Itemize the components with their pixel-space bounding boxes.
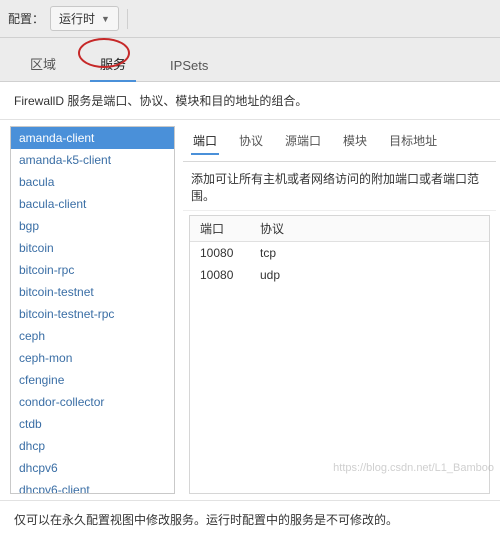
table-row[interactable]: 10080tcp xyxy=(190,242,489,264)
service-item[interactable]: dhcpv6-client xyxy=(11,479,174,494)
cell-protocol: udp xyxy=(250,264,489,286)
service-item[interactable]: bitcoin-testnet xyxy=(11,281,174,303)
service-item[interactable]: ceph xyxy=(11,325,174,347)
detail-description: 添加可让所有主机或者网络访问的附加端口或者端口范围。 xyxy=(183,162,496,211)
service-item[interactable]: bitcoin-rpc xyxy=(11,259,174,281)
tab-0[interactable]: 区域 xyxy=(20,48,66,81)
detail-tab-0[interactable]: 端口 xyxy=(191,130,219,155)
config-value: 运行时 xyxy=(59,10,95,27)
service-item[interactable]: amanda-k5-client xyxy=(11,149,174,171)
service-item[interactable]: bitcoin xyxy=(11,237,174,259)
service-item[interactable]: bitcoin-testnet-rpc xyxy=(11,303,174,325)
toolbar-separator xyxy=(127,9,128,29)
service-list[interactable]: amanda-clientamanda-k5-clientbaculabacul… xyxy=(10,126,175,494)
cell-port: 10080 xyxy=(190,242,250,264)
service-item[interactable]: ceph-mon xyxy=(11,347,174,369)
content-area: amanda-clientamanda-k5-clientbaculabacul… xyxy=(0,120,500,500)
tab-2[interactable]: IPSets xyxy=(160,52,218,81)
table-row[interactable]: 10080udp xyxy=(190,264,489,286)
config-dropdown[interactable]: 运行时 ▼ xyxy=(50,6,119,31)
chevron-down-icon: ▼ xyxy=(101,14,110,24)
detail-tab-1[interactable]: 协议 xyxy=(237,130,265,155)
cell-port: 10080 xyxy=(190,264,250,286)
header-port[interactable]: 端口 xyxy=(190,216,250,241)
detail-pane: 端口协议源端口模块目标地址 添加可让所有主机或者网络访问的附加端口或者端口范围。… xyxy=(183,126,496,494)
tab-1[interactable]: 服务 xyxy=(90,48,136,81)
service-item[interactable]: dhcpv6 xyxy=(11,457,174,479)
config-label: 配置： xyxy=(8,10,44,27)
port-table-header: 端口 协议 xyxy=(190,216,489,242)
service-item[interactable]: ctdb xyxy=(11,413,174,435)
detail-tabs: 端口协议源端口模块目标地址 xyxy=(183,126,496,162)
service-item[interactable]: condor-collector xyxy=(11,391,174,413)
main-tabs: 区域服务 IPSets xyxy=(0,38,500,82)
header-protocol[interactable]: 协议 xyxy=(250,216,489,241)
service-item[interactable]: bacula xyxy=(11,171,174,193)
footer-note: 仅可以在永久配置视图中修改服务。运行时配置中的服务是不可修改的。 xyxy=(0,500,500,538)
detail-tab-2[interactable]: 源端口 xyxy=(283,130,323,155)
detail-tab-3[interactable]: 模块 xyxy=(341,130,369,155)
port-table: 端口 协议 10080tcp10080udp xyxy=(189,215,490,494)
service-description: FirewallD 服务是端口、协议、模块和目的地址的组合。 xyxy=(0,82,500,120)
detail-tab-4[interactable]: 目标地址 xyxy=(387,130,439,155)
service-item[interactable]: dhcp xyxy=(11,435,174,457)
service-item[interactable]: bgp xyxy=(11,215,174,237)
service-item[interactable]: amanda-client xyxy=(11,127,174,149)
service-item[interactable]: cfengine xyxy=(11,369,174,391)
cell-protocol: tcp xyxy=(250,242,489,264)
toolbar: 配置： 运行时 ▼ xyxy=(0,0,500,38)
service-item[interactable]: bacula-client xyxy=(11,193,174,215)
